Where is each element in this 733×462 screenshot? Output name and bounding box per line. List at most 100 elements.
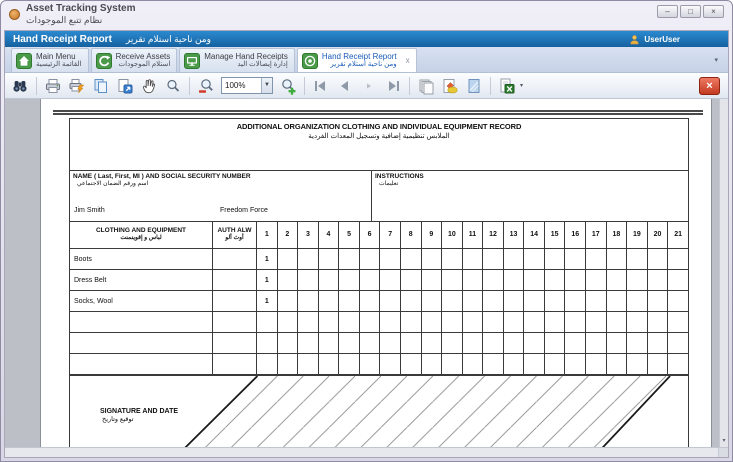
qty-cell-col-17 (586, 270, 607, 291)
qty-cell-col-10 (442, 354, 463, 375)
page-export-icon (116, 77, 134, 95)
qty-cell-col-9 (421, 312, 442, 333)
scroll-down-icon[interactable]: ▾ (720, 436, 728, 446)
equipment-row-5 (70, 333, 689, 354)
quick-print-button[interactable] (66, 75, 88, 97)
qty-cell-col-10 (442, 333, 463, 354)
qty-cell-col-15 (544, 333, 565, 354)
monitor-icon (184, 53, 200, 69)
window-close-button[interactable]: × (703, 5, 724, 18)
zoom-in-button[interactable] (277, 75, 299, 97)
qty-cell-col-2 (277, 270, 298, 291)
column-header-4: 4 (318, 222, 339, 249)
name-cell: NAME ( Last, First, MI ) AND SOCIAL SECU… (70, 171, 372, 221)
column-header-13: 13 (503, 222, 524, 249)
previous-page-button[interactable] (334, 75, 356, 97)
qty-cell-col-11 (462, 291, 483, 312)
qty-cell-col-9 (421, 291, 442, 312)
hand-pan-button[interactable] (138, 75, 160, 97)
combo-arrow-icon[interactable]: ▼ (261, 78, 272, 93)
qty-cell-col-2 (277, 291, 298, 312)
tab-label: Receive Assets (116, 52, 171, 61)
quick-print-icon (68, 77, 86, 95)
qty-cell-col-8 (400, 354, 421, 375)
qty-cell-col-1: 1 (257, 270, 278, 291)
instructions-label: INSTRUCTIONS (375, 173, 685, 180)
search-button[interactable] (9, 75, 31, 97)
tab-close-icon[interactable]: x (406, 56, 410, 65)
magnifier-button[interactable] (162, 75, 184, 97)
maximize-button[interactable]: □ (680, 5, 701, 18)
qty-cell-col-2 (277, 333, 298, 354)
vertical-scrollbar[interactable]: ▾ (719, 99, 728, 447)
qty-cell-col-11 (462, 354, 483, 375)
qty-cell-col-16 (565, 333, 586, 354)
qty-cell-col-2 (277, 354, 298, 375)
form-top-rule (53, 113, 703, 115)
item-name-cell (70, 354, 213, 375)
qty-cell-col-16 (565, 270, 586, 291)
last-page-button[interactable] (382, 75, 404, 97)
tab-hand-receipt-report[interactable]: Hand Receipt Report ومن ناحية استلام تقر… (297, 48, 417, 72)
multiple-pages-button[interactable] (415, 75, 437, 97)
auth-alw-cell (213, 354, 257, 375)
report-preview-area[interactable]: ADDITIONAL ORGANIZATION CLOTHING AND IND… (5, 99, 728, 447)
qty-cell-col-15 (544, 249, 565, 270)
qty-cell-col-3 (298, 312, 319, 333)
print-button[interactable] (42, 75, 64, 97)
tab-label: Hand Receipt Report (322, 52, 397, 61)
qty-cell-col-10 (442, 270, 463, 291)
qty-cell-col-15 (544, 354, 565, 375)
qty-cell-col-6 (359, 249, 380, 270)
tab-manage-hand-receipts[interactable]: Manage Hand Receipts إدارة إيصالات اليد (179, 48, 295, 72)
qty-cell-col-7 (380, 354, 401, 375)
export-excel-button[interactable] (496, 75, 518, 97)
excel-dropdown-icon[interactable]: ▾ (520, 82, 523, 89)
tab-main-menu[interactable]: Main Menu القائمة الرئيسية (11, 48, 89, 72)
qty-cell-col-6 (359, 291, 380, 312)
export-page-button[interactable] (114, 75, 136, 97)
qty-cell-col-9 (421, 249, 442, 270)
titlebar[interactable]: Asset Tracking System نظام تتبع الموجودا… (1, 1, 732, 30)
column-header-5: 5 (339, 222, 360, 249)
qty-cell-col-8 (400, 249, 421, 270)
minimize-button[interactable]: – (657, 5, 678, 18)
form-title: ADDITIONAL ORGANIZATION CLOTHING AND IND… (70, 122, 688, 131)
qty-cell-col-4 (318, 354, 339, 375)
qty-cell-col-8 (400, 312, 421, 333)
tab-receive-assets[interactable]: Receive Assets استلام الموجودات (91, 48, 178, 72)
first-page-button[interactable] (310, 75, 332, 97)
qty-cell-col-12 (483, 249, 504, 270)
zoom-out-button[interactable] (195, 75, 217, 97)
user-menu[interactable]: UserUser (629, 34, 680, 45)
page-title-arabic: ومن ناحية استلام تقرير (126, 34, 211, 45)
printer-icon (44, 77, 62, 95)
pages-icon (92, 77, 110, 95)
tab-overflow-icon[interactable]: ▾ (714, 56, 718, 64)
qty-cell-col-3 (298, 249, 319, 270)
tab-label-arabic: إدارة إيصالات اليد (204, 61, 288, 69)
qty-cell-col-4 (318, 312, 339, 333)
window-title: Asset Tracking System (26, 3, 136, 14)
qty-cell-col-1 (257, 354, 278, 375)
zoom-combobox[interactable]: 100% ▼ (221, 77, 273, 94)
qty-cell-col-13 (503, 333, 524, 354)
qty-cell-col-11 (462, 333, 483, 354)
watermark-button[interactable] (463, 75, 485, 97)
qty-cell-col-17 (586, 291, 607, 312)
close-report-button[interactable]: × (699, 77, 720, 95)
column-header-17: 17 (586, 222, 607, 249)
horizontal-scrollbar[interactable] (5, 447, 728, 457)
report-toolbar: 100% ▼ (5, 73, 728, 99)
watermark-icon (465, 77, 483, 95)
copy-pages-button[interactable] (90, 75, 112, 97)
auth-alw-cell (213, 312, 257, 333)
next-page-button[interactable] (358, 75, 380, 97)
page-background-button[interactable] (439, 75, 461, 97)
qty-cell-col-13 (503, 291, 524, 312)
qty-cell-col-2 (277, 312, 298, 333)
form-title-arabic: الملابس تنظيمية إضافية وتسجيل المعدات ال… (70, 132, 688, 140)
equipment-row-1: Boots1 (70, 249, 689, 270)
qty-cell-col-19 (627, 354, 648, 375)
qty-cell-col-10 (442, 291, 463, 312)
